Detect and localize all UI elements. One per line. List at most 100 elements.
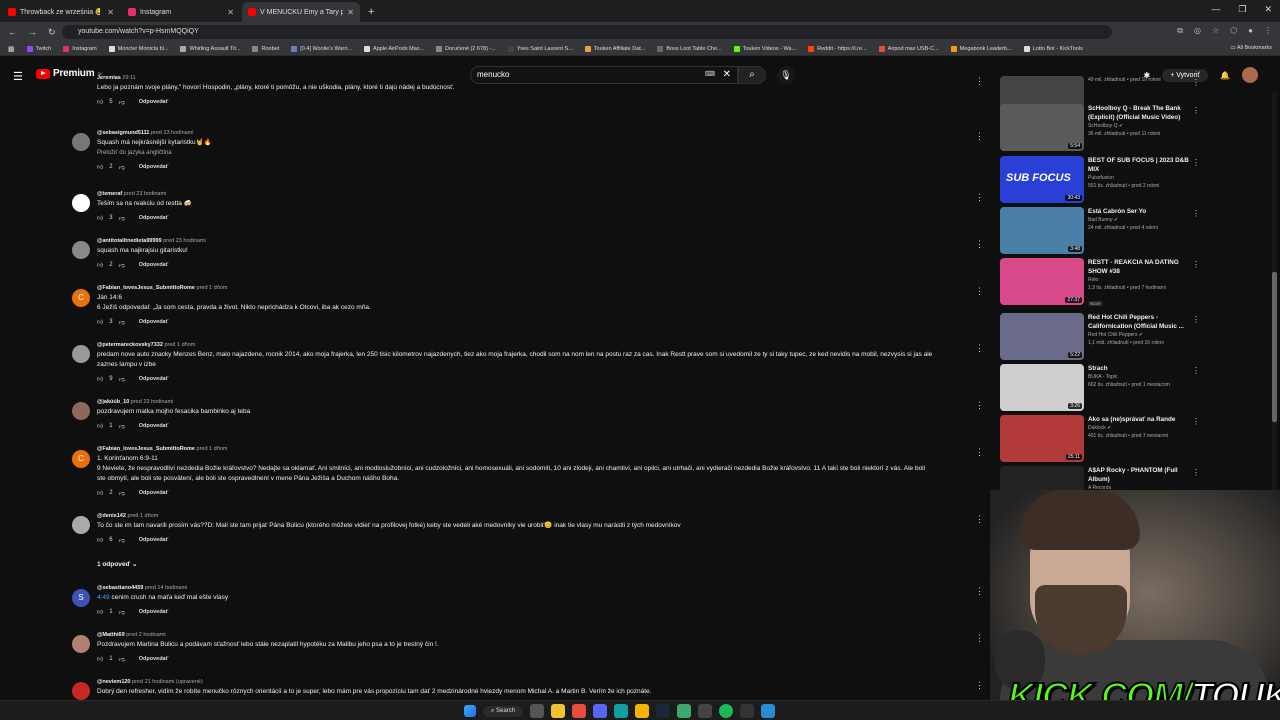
taskbar-search[interactable]: ⌕ Search [483, 705, 524, 717]
app-icon[interactable] [677, 704, 692, 718]
commenter-avatar[interactable]: S [72, 589, 90, 607]
reply-button[interactable]: Odpovedať [139, 609, 169, 615]
like-icon[interactable]: 👍︎ [97, 163, 103, 171]
video-thumbnail[interactable]: 3:48 [1000, 207, 1084, 254]
comment-author[interactable]: @petermareckovsky7332 [97, 342, 163, 348]
video-thumbnail[interactable]: 5:54 [1000, 104, 1084, 151]
app-icon[interactable] [761, 704, 776, 718]
comment-menu-icon[interactable]: ⋮ [975, 286, 984, 297]
comment-menu-icon[interactable]: ⋮ [975, 131, 984, 142]
translate-link[interactable]: Preložiť do jazyka angličtina [97, 148, 977, 158]
related-video-item[interactable]: 27:37 RESTT - REAKCIA NA DATING SHOW #38 R… [1000, 258, 1210, 308]
bookmark[interactable]: Touken Videos - Wa... [733, 45, 796, 52]
video-menu-icon[interactable]: ⋮ [1192, 158, 1200, 167]
related-video-item[interactable]: 5:22 Red Hot Chili Peppers - Californicat… [1000, 313, 1210, 363]
comment-menu-icon[interactable]: ⋮ [975, 586, 984, 597]
dislike-icon[interactable]: 👎︎ [119, 98, 125, 106]
like-icon[interactable]: 👍︎ [97, 489, 103, 497]
video-channel[interactable]: Pulsefusion [1088, 174, 1192, 182]
like-icon[interactable]: 👍︎ [97, 536, 103, 544]
commenter-avatar[interactable] [72, 345, 90, 363]
all-bookmarks-button[interactable]: ▭ All Bookmarks [1230, 45, 1272, 51]
comment-menu-icon[interactable]: ⋮ [975, 680, 984, 691]
video-menu-icon[interactable]: ⋮ [1192, 468, 1200, 477]
related-video-item[interactable]: 3:26 Strach BUKA - Topic 662 tis. zhliadnut… [1000, 364, 1210, 414]
reply-button[interactable]: Odpovedať [139, 376, 169, 382]
forward-icon[interactable]: → [28, 27, 40, 37]
comment-menu-icon[interactable]: ⋮ [975, 400, 984, 411]
bookmark[interactable]: Moncler Montcla bl... [108, 45, 168, 52]
steam-icon[interactable] [656, 704, 671, 718]
comment-time[interactable]: 29:11 [122, 75, 135, 81]
video-title[interactable]: Strach [1088, 364, 1192, 373]
video-menu-icon[interactable]: ⋮ [1192, 106, 1200, 115]
bookmark[interactable]: Whirling Assault Tit... [180, 45, 240, 52]
back-icon[interactable]: ← [8, 27, 20, 37]
bookmark[interactable]: Doručené (2 678) -... [436, 45, 496, 52]
chrome-icon[interactable] [635, 704, 650, 718]
show-replies-button[interactable]: 1 odpoveď ⌄ [97, 560, 977, 568]
like-icon[interactable]: 👍︎ [97, 422, 103, 430]
dislike-icon[interactable]: 👎︎ [119, 261, 125, 269]
comment-author[interactable]: @sebastiano4459 [97, 585, 143, 591]
comment-author[interactable]: @Matthi69 [97, 632, 125, 638]
like-icon[interactable]: 👍︎ [97, 655, 103, 663]
bookmark[interactable]: Apple AirPods Max... [364, 45, 424, 52]
comment-author[interactable]: @temeraf [97, 191, 122, 197]
like-icon[interactable]: 👍︎ [97, 261, 103, 269]
commenter-avatar[interactable] [72, 402, 90, 420]
install-icon[interactable]: ⧉ [1177, 26, 1183, 36]
spotify-icon[interactable] [719, 704, 734, 718]
task-view-icon[interactable] [530, 704, 545, 718]
file-explorer-icon[interactable] [551, 704, 566, 718]
bookmark[interactable]: Lotto Bot - KickTools [1023, 45, 1083, 52]
new-tab-icon[interactable]: + [368, 2, 374, 22]
youtube-logo[interactable]: Premium SK [36, 68, 103, 79]
related-video-item[interactable]: 3:48 Está Cabrón Ser Yo Bad Bunny ✔ 24 mil.… [1000, 207, 1210, 257]
commenter-avatar[interactable] [72, 635, 90, 653]
video-thumbnail[interactable]: 3:26 [1000, 364, 1084, 411]
comment-menu-icon[interactable]: ⋮ [975, 447, 984, 458]
commenter-avatar[interactable] [72, 516, 90, 534]
video-menu-icon[interactable]: ⋮ [1192, 260, 1200, 269]
related-video-item[interactable]: 5:54 ScHoolboy Q - Break The Bank (Explic… [1000, 104, 1210, 154]
apps-icon[interactable]: ▦ [8, 45, 15, 53]
video-menu-icon[interactable]: ⋮ [1192, 78, 1200, 87]
reply-button[interactable]: Odpovedať [139, 656, 169, 662]
terminal-icon[interactable] [740, 704, 755, 718]
bookmark-star-icon[interactable]: ☆ [1212, 26, 1219, 36]
reload-icon[interactable]: ↻ [48, 27, 60, 38]
comment-menu-icon[interactable]: ⋮ [975, 633, 984, 644]
commenter-avatar[interactable] [72, 133, 90, 151]
reply-button[interactable]: Odpovedať [139, 319, 169, 325]
maximize-icon[interactable]: ❐ [1238, 4, 1246, 15]
related-video-item[interactable]: SUB FOCUS 30:43 BEST OF SUB FOCUS | 2023 D… [1000, 156, 1210, 206]
browser-tab-3[interactable]: V MENUČKU Emy a Tary padlo ✕ [242, 2, 360, 22]
comment-author[interactable]: @jakúúb_10 [97, 399, 129, 405]
comment-author[interactable]: @Fabian_lovesJesus_SubmittoRome [97, 446, 195, 452]
dislike-icon[interactable]: 👎︎ [119, 375, 125, 383]
comment-time[interactable]: pred 2 hodinami [126, 632, 165, 638]
like-icon[interactable]: 👍︎ [97, 214, 103, 222]
comment-time[interactable]: pred 23 hodinami [163, 238, 206, 244]
bookmark[interactable]: [0.4] Woolie's Warri... [291, 45, 352, 52]
comment-time[interactable]: pred 1 dňom [197, 285, 228, 291]
reply-button[interactable]: Odpovedať [139, 423, 169, 429]
visibility-icon[interactable]: ◎ [1194, 26, 1201, 36]
browser-tab-1[interactable]: Throwback ze września 😂 🇪🇺 ✕ [2, 2, 120, 22]
video-channel[interactable]: Relo [1088, 276, 1192, 284]
commenter-avatar[interactable]: C [72, 289, 90, 307]
comment-author[interactable]: Jeremias [97, 75, 121, 81]
bookmark[interactable]: Roobet [252, 45, 279, 52]
video-menu-icon[interactable]: ⋮ [1192, 366, 1200, 375]
video-menu-icon[interactable]: ⋮ [1192, 417, 1200, 426]
comment-time[interactable]: pred 23 hodinami [131, 399, 174, 405]
dislike-icon[interactable]: 👎︎ [119, 422, 125, 430]
browser-tab-2[interactable]: Instagram ✕ [122, 2, 240, 22]
video-channel[interactable]: Bad Bunny ✔ [1088, 216, 1192, 224]
comment-menu-icon[interactable]: ⋮ [975, 76, 984, 87]
comment-time[interactable]: pred 23 hodinami [124, 191, 167, 197]
comment-time[interactable]: pred 1 dňom [197, 446, 228, 452]
discord-icon[interactable] [593, 704, 608, 718]
dislike-icon[interactable]: 👎︎ [119, 489, 125, 497]
